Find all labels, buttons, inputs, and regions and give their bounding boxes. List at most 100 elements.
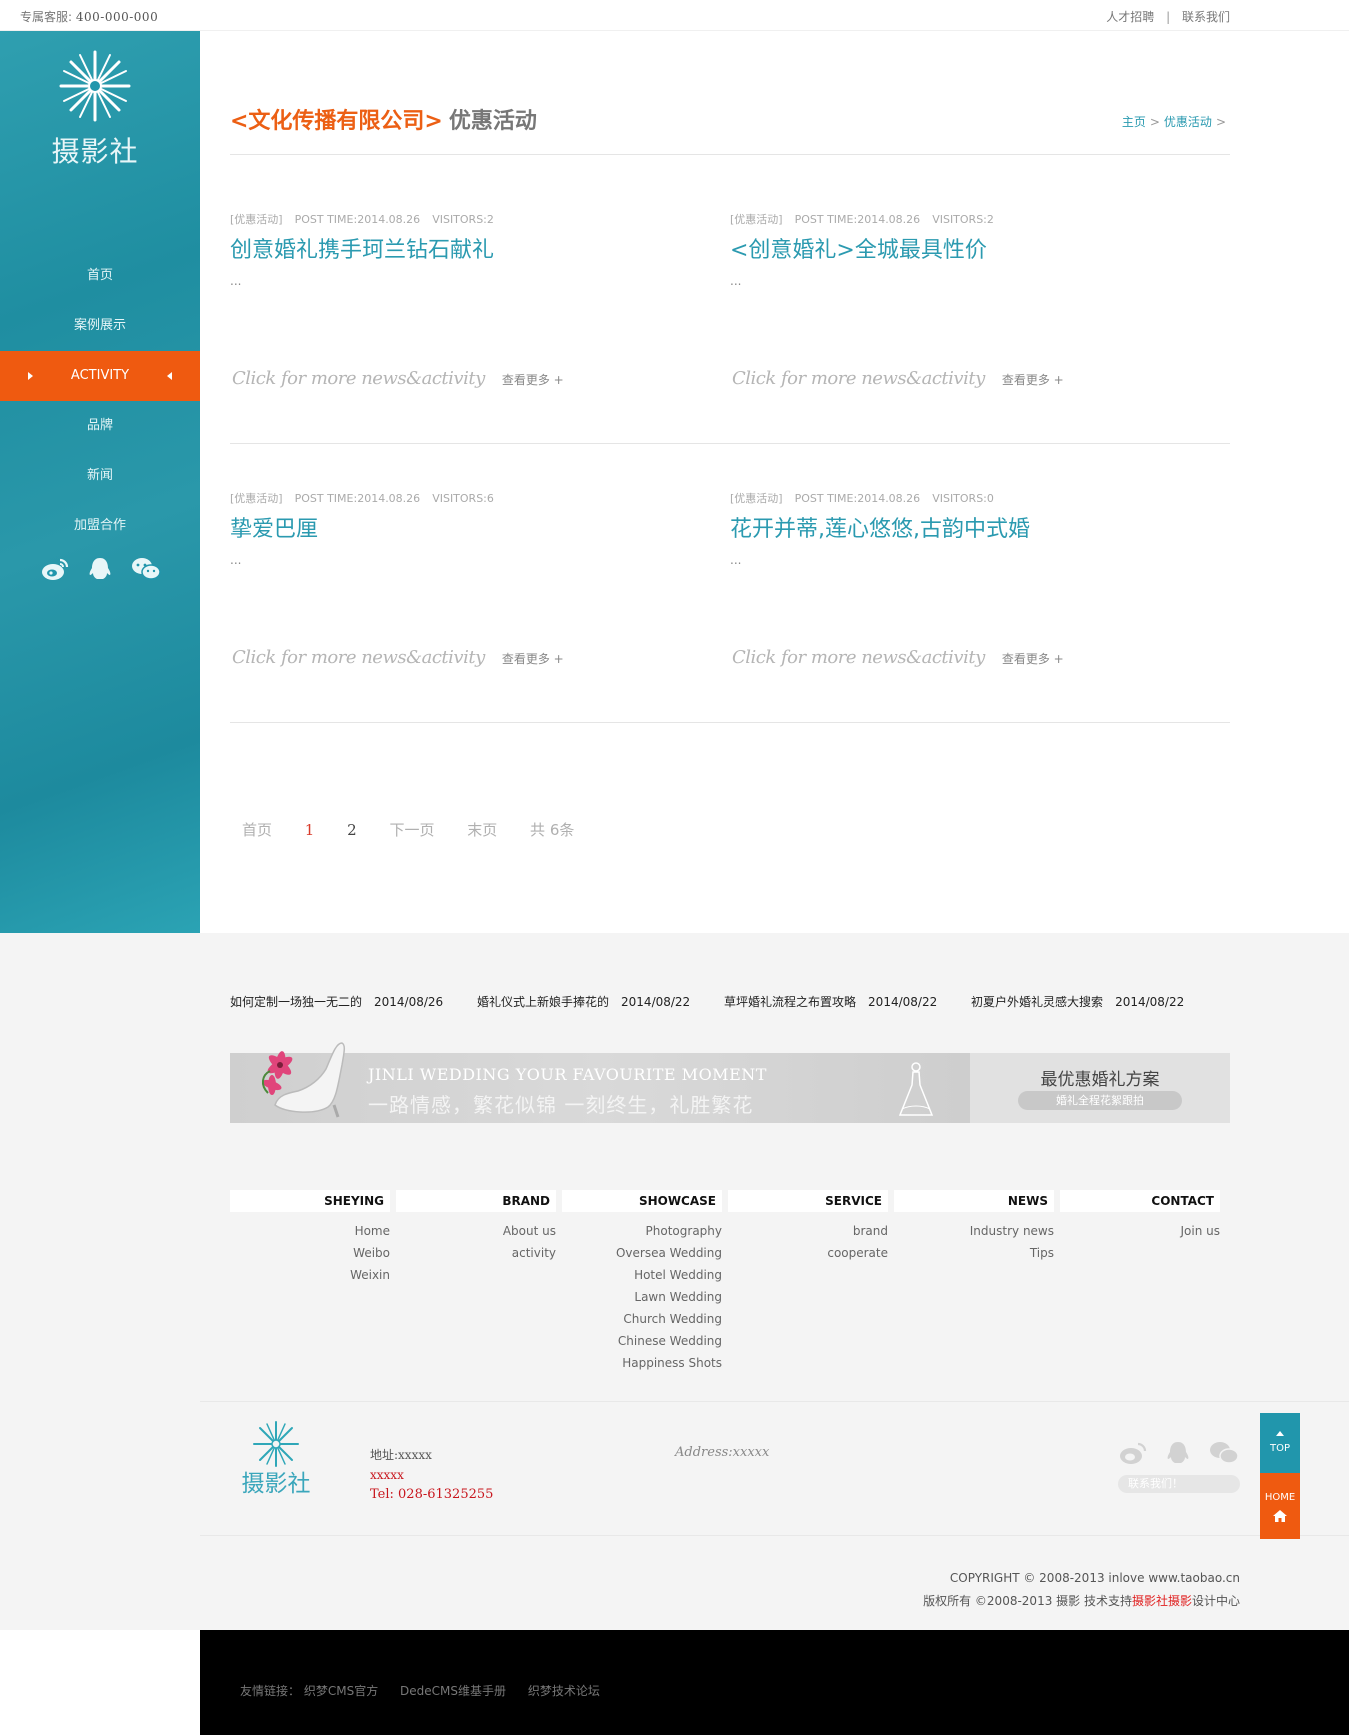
- contact-us-link[interactable]: 联系我们: [1182, 10, 1230, 24]
- post-meta: [优惠活动] POST TIME:2014.08.26 VISITORS:2: [730, 211, 1230, 227]
- site-logo[interactable]: 摄影社: [50, 46, 140, 168]
- pager-first[interactable]: 首页: [242, 821, 300, 839]
- pager-current-page: 1: [304, 821, 315, 839]
- view-more-link[interactable]: 查看更多 +: [1002, 652, 1064, 666]
- footer-link[interactable]: Weixin: [350, 1268, 390, 1282]
- hotline-label: 专属客服:: [20, 10, 73, 24]
- contact-pill-button[interactable]: 联系我们！: [1118, 1475, 1240, 1493]
- footer-link[interactable]: Industry news: [970, 1224, 1054, 1238]
- sidebar-item-franchise[interactable]: 加盟合作: [0, 501, 200, 551]
- footer-link[interactable]: Oversea Wedding: [616, 1246, 722, 1260]
- post-title[interactable]: 挚爱巴厘: [230, 511, 730, 543]
- footer-link[interactable]: Photography: [646, 1224, 722, 1238]
- footer-col-contact: CONTACT Join us: [1060, 1190, 1220, 1242]
- post-category: [优惠活动]: [230, 213, 283, 226]
- promo-banner[interactable]: JINLI WEDDING YOUR FAVOURITE MOMENT 一路情感…: [230, 1042, 1230, 1123]
- title-row: <文化传播有限公司> 优惠活动 主页 > 优惠活动 >: [230, 103, 1230, 155]
- post-more: Click for more news&activity 查看更多 +: [732, 368, 1064, 389]
- copyright-line-2: 版权所有 ©2008-2013 摄影 技术支持摄影社摄影设计中心: [923, 1594, 1240, 1608]
- pager-last[interactable]: 末页: [467, 821, 525, 839]
- footer-link[interactable]: cooperate: [827, 1246, 888, 1260]
- footer-link[interactable]: Hotel Wedding: [634, 1268, 722, 1282]
- footer-link[interactable]: brand: [853, 1224, 888, 1238]
- post-meta: [优惠活动] POST TIME:2014.08.26 VISITORS:2: [230, 211, 730, 227]
- footer-link[interactable]: Weibo: [353, 1246, 390, 1260]
- weibo-icon[interactable]: [1118, 1440, 1148, 1466]
- sidebar-item-cases[interactable]: 案例展示: [0, 301, 200, 351]
- post-time: POST TIME:2014.08.26: [294, 213, 421, 226]
- house-icon: [1273, 1510, 1287, 1522]
- view-more-link[interactable]: 查看更多 +: [502, 652, 564, 666]
- recruit-link[interactable]: 人才招聘: [1106, 10, 1154, 24]
- caret-left-icon: [167, 372, 172, 380]
- footer-news-item[interactable]: 草坪婚礼流程之布置攻略 2014/08/22: [724, 993, 937, 1010]
- top-label: TOP: [1269, 1443, 1290, 1454]
- friend-link[interactable]: 织梦CMS官方: [304, 1684, 396, 1698]
- footer-news: 如何定制一场独一无二的 2014/08/26 婚礼仪式上新娘手捧花的 2014/08…: [230, 993, 1214, 1010]
- footer-col-news: NEWS Industry news Tips: [894, 1190, 1054, 1264]
- back-to-top-button[interactable]: TOP: [1260, 1413, 1300, 1473]
- qq-icon[interactable]: [1163, 1440, 1193, 1466]
- qq-icon[interactable]: [85, 556, 115, 582]
- post-category: [优惠活动]: [230, 492, 283, 505]
- hotline-number: 400-000-000: [75, 10, 159, 24]
- breadcrumb-current[interactable]: 优惠活动: [1164, 115, 1212, 129]
- top-bar: 专属客服: 400-000-000 人才招聘 | 联系我们: [0, 0, 1349, 31]
- friend-link[interactable]: 织梦技术论坛: [528, 1684, 618, 1698]
- footer-news-item[interactable]: 初夏户外婚礼灵感大搜索 2014/08/22: [971, 993, 1184, 1010]
- footer-col-heading: CONTACT: [1060, 1190, 1220, 1212]
- friend-link[interactable]: DedeCMS维基手册: [400, 1684, 524, 1698]
- footer-link[interactable]: Lawn Wedding: [634, 1290, 722, 1304]
- wechat-icon[interactable]: [130, 556, 161, 582]
- footer-col-heading: BRAND: [396, 1190, 556, 1212]
- address-line-2: xxxxx: [370, 1468, 404, 1482]
- post-meta: [优惠活动] POST TIME:2014.08.26 VISITORS:0: [730, 490, 1230, 506]
- footer-link[interactable]: Home: [355, 1224, 390, 1238]
- banner-left: JINLI WEDDING YOUR FAVOURITE MOMENT 一路情感…: [230, 1042, 970, 1123]
- footer-link[interactable]: Church Wedding: [623, 1312, 722, 1326]
- sidebar-item-activity[interactable]: ACTIVITY: [0, 351, 200, 401]
- footer-news-item[interactable]: 如何定制一场独一无二的 2014/08/26: [230, 993, 443, 1010]
- pager-page-2[interactable]: 2: [347, 821, 385, 839]
- footer-link[interactable]: About us: [503, 1224, 556, 1238]
- pager-total: 共 6条: [530, 821, 575, 839]
- footer-link[interactable]: Happiness Shots: [622, 1356, 722, 1370]
- post-more: Click for more news&activity 查看更多 +: [732, 647, 1064, 668]
- post-excerpt: ...: [730, 274, 742, 288]
- home-button[interactable]: HOME: [1260, 1473, 1300, 1539]
- post-title[interactable]: 花开并蒂,莲心悠悠,古韵中式婚: [730, 511, 1230, 543]
- footer-col-showcase: SHOWCASE Photography Oversea Wedding Hot…: [562, 1190, 722, 1374]
- sidebar-item-home[interactable]: 首页: [0, 251, 200, 301]
- post-visitors: VISITORS:6: [432, 492, 494, 505]
- sidebar: 摄影社 首页 案例展示 ACTIVITY 品牌 新闻 加盟合作: [0, 31, 200, 933]
- footer-link[interactable]: activity: [512, 1246, 556, 1260]
- pager-next[interactable]: 下一页: [389, 821, 462, 839]
- footer-col-brand: BRAND About us activity: [396, 1190, 556, 1264]
- banner-right: 最优惠婚礼方案 婚礼全程花絮跟拍: [970, 1053, 1230, 1123]
- breadcrumb-home[interactable]: 主页: [1122, 115, 1146, 129]
- footer-col-sheying: SHEYING Home Weibo Weixin: [230, 1190, 390, 1286]
- view-more-link[interactable]: 查看更多 +: [1002, 373, 1064, 387]
- sidebar-item-news[interactable]: 新闻: [0, 451, 200, 501]
- row-divider: [230, 722, 1230, 723]
- view-more-link[interactable]: 查看更多 +: [502, 373, 564, 387]
- more-script-text: Click for more news&activity: [232, 368, 485, 389]
- footer-link[interactable]: Chinese Wedding: [618, 1334, 722, 1348]
- footer-link[interactable]: Join us: [1181, 1224, 1221, 1238]
- footer-logo[interactable]: 摄影社: [240, 1420, 312, 1500]
- footer-news-item[interactable]: 婚礼仪式上新娘手捧花的 2014/08/22: [477, 993, 690, 1010]
- banner-right-pill[interactable]: 婚礼全程花絮跟拍: [1018, 1091, 1182, 1110]
- wechat-icon[interactable]: [1208, 1440, 1239, 1466]
- glass-slipper-flower-icon: [262, 1042, 346, 1118]
- footer-col-heading: NEWS: [894, 1190, 1054, 1212]
- sidebar-item-brand[interactable]: 品牌: [0, 401, 200, 451]
- top-links: 人才招聘 | 联系我们: [1106, 8, 1230, 25]
- weibo-icon[interactable]: [40, 556, 70, 582]
- contact-strip: 摄影社 地址:xxxxx xxxxx Tel: 028-61325255 Add…: [200, 1401, 1349, 1536]
- post-title[interactable]: 创意婚礼携手珂兰钻石献礼: [230, 232, 730, 264]
- post-title[interactable]: <创意婚礼>全城最具性价: [730, 232, 1230, 264]
- copyright: COPYRIGHT © 2008-2013 inlove www.taobao.…: [923, 1567, 1240, 1613]
- post-visitors: VISITORS:0: [932, 492, 994, 505]
- footer-link[interactable]: Tips: [1030, 1246, 1054, 1260]
- more-script-text: Click for more news&activity: [732, 647, 985, 668]
